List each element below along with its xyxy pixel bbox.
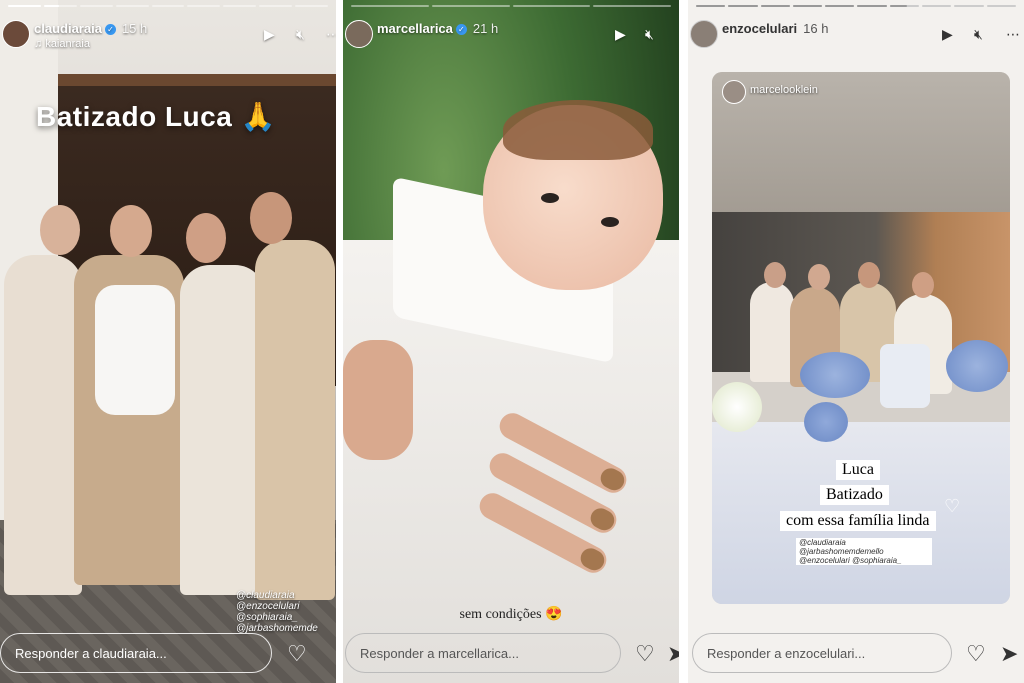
more-icon[interactable]: ⋯: [326, 26, 336, 43]
mention-tags[interactable]: @claudiaraia @enzocelulari @sophiaraia_ …: [236, 590, 318, 634]
username[interactable]: claudiaraia ✓ 15 h: [34, 21, 147, 36]
play-icon[interactable]: ▶: [942, 26, 953, 43]
mute-icon[interactable]: 🔇︎: [645, 26, 654, 43]
baby-hair: [503, 100, 653, 160]
story-caption: Batizado Luca 🙏: [36, 101, 276, 132]
timestamp: 15 h: [121, 21, 148, 36]
collaborator[interactable]: ♫ kaianraia: [34, 38, 90, 50]
heart-icon[interactable]: ♡: [287, 641, 307, 667]
story-header: marcellarica ✓ 21 h ▶ 🔇︎: [343, 16, 679, 56]
story-progress: [696, 5, 1016, 7]
story-claudiaraia[interactable]: claudiaraia ✓ 15 h ♫ kaianraia ▶ 🔇︎ ⋯ Bati…: [0, 0, 336, 683]
fingers: [475, 408, 643, 578]
avatar[interactable]: [690, 20, 718, 48]
story-enzocelulari[interactable]: enzocelulari 16 h ▶ 🔇︎ ⋯ marcelooklein Lu…: [688, 0, 1024, 683]
reply-input[interactable]: Responder a enzocelulari...: [692, 633, 952, 673]
hand: [343, 340, 413, 460]
sticker-familia: com essa família linda: [780, 511, 936, 531]
send-icon[interactable]: ➤: [667, 641, 679, 667]
timestamp: 16 h: [803, 21, 829, 36]
story-progress: [351, 5, 671, 7]
reply-input[interactable]: Responder a claudiaraia...: [0, 633, 272, 673]
more-icon[interactable]: ⋯: [1006, 26, 1020, 43]
story-header: claudiaraia ✓ 15 h ♫ kaianraia ▶ 🔇︎ ⋯: [0, 16, 336, 56]
story-caption: sem condições 😍: [459, 607, 563, 622]
mute-icon[interactable]: 🔇︎: [974, 26, 983, 43]
shared-username[interactable]: marcelooklein: [750, 84, 818, 96]
heart-icon[interactable]: ♡: [635, 641, 655, 667]
verified-icon: ✓: [455, 24, 467, 35]
sticker-batizado: Batizado: [820, 485, 889, 505]
play-icon[interactable]: ▶: [264, 26, 275, 43]
username[interactable]: marcellarica ✓ 21 h: [377, 21, 498, 36]
sticker-luca: Luca: [836, 460, 880, 480]
send-icon[interactable]: ➤: [1000, 641, 1018, 667]
story-progress: [8, 5, 329, 7]
story-marcellarica[interactable]: marcellarica ✓ 21 h ▶ 🔇︎ sem condições 😍 R…: [343, 0, 679, 683]
avatar[interactable]: [345, 20, 373, 48]
play-icon[interactable]: ▶: [615, 26, 626, 43]
username[interactable]: enzocelulari 16 h: [722, 21, 828, 36]
heart-sticker-icon: ♡: [944, 496, 961, 516]
mute-icon[interactable]: 🔇︎: [296, 26, 305, 43]
avatar[interactable]: [722, 80, 746, 104]
verified-icon: ✓: [104, 24, 116, 35]
reply-input[interactable]: Responder a marcellarica...: [345, 633, 621, 673]
avatar[interactable]: [2, 20, 30, 48]
mention-tags[interactable]: @claudiaraia @jarbashomemdemello @enzoce…: [796, 538, 932, 565]
story-header: enzocelulari 16 h ▶ 🔇︎ ⋯: [688, 16, 1024, 56]
timestamp: 21 h: [472, 21, 499, 36]
heart-icon[interactable]: ♡: [966, 641, 986, 667]
